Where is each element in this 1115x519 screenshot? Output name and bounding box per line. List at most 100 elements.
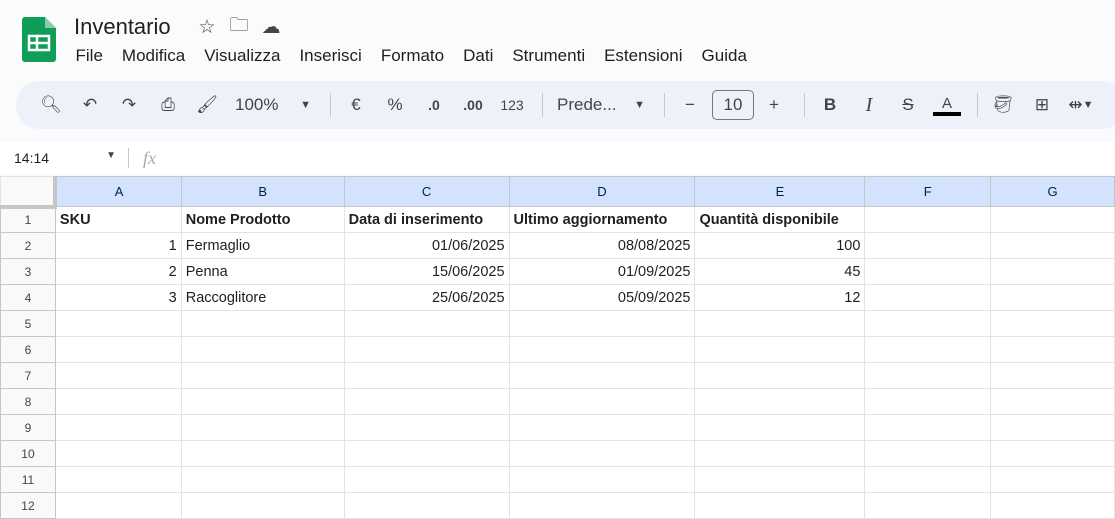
row-header[interactable]: 2 [0, 232, 56, 259]
cell-c6[interactable] [343, 336, 510, 363]
cell-e11[interactable] [694, 466, 866, 493]
select-all-corner[interactable] [0, 176, 58, 209]
cell-d6[interactable] [508, 336, 696, 363]
cell-a2[interactable]: 1 [54, 232, 182, 259]
cell-d8[interactable] [508, 388, 696, 415]
sheets-logo[interactable] [22, 17, 56, 62]
text-color-button[interactable]: A [930, 89, 964, 121]
cell-d4[interactable]: 05/09/2025 [508, 284, 696, 311]
cell-b5[interactable] [180, 310, 345, 337]
cell-f1[interactable] [864, 206, 992, 233]
borders-icon[interactable]: ⊞ [1025, 89, 1059, 121]
search-icon[interactable]: 🔍︎ [34, 89, 68, 121]
cell-c2[interactable]: 01/06/2025 [343, 232, 510, 259]
cell-e8[interactable] [694, 388, 866, 415]
cell-e4[interactable]: 12 [694, 284, 866, 311]
cell-d5[interactable] [508, 310, 696, 337]
cell-c9[interactable] [343, 414, 510, 441]
cell-a4[interactable]: 3 [54, 284, 182, 311]
row-header[interactable]: 3 [0, 258, 56, 285]
row-header[interactable]: 9 [0, 414, 56, 441]
cell-e12[interactable] [694, 492, 866, 519]
decrease-decimal-button[interactable]: .0 [417, 89, 451, 121]
row-header[interactable]: 12 [0, 492, 56, 519]
menu-dati[interactable]: Dati [454, 45, 503, 67]
move-folder-icon[interactable]: 🗀 [228, 15, 250, 38]
redo-icon[interactable]: ↷ [112, 89, 146, 121]
cell-g6[interactable] [990, 336, 1115, 363]
cell-f8[interactable] [864, 388, 992, 415]
cell-f4[interactable] [864, 284, 992, 311]
menu-modifica[interactable]: Modifica [112, 45, 194, 67]
font-size-decrease-button[interactable]: − [673, 89, 707, 121]
menu-estensioni[interactable]: Estensioni [595, 45, 692, 67]
row-header[interactable]: 5 [0, 310, 56, 337]
column-header-g[interactable]: G [990, 176, 1115, 207]
column-header-c[interactable]: C [343, 176, 510, 207]
cell-g4[interactable] [990, 284, 1115, 311]
cell-c4[interactable]: 25/06/2025 [343, 284, 510, 311]
merge-cells-icon[interactable]: ⇹ ▼ [1064, 89, 1098, 121]
cell-g7[interactable] [990, 362, 1115, 389]
cell-g1[interactable] [990, 206, 1115, 233]
currency-button[interactable]: € [339, 89, 373, 121]
cell-e10[interactable] [694, 440, 866, 467]
strikethrough-button[interactable]: S [891, 89, 925, 121]
cell-b6[interactable] [180, 336, 345, 363]
menu-visualizza[interactable]: Visualizza [195, 45, 290, 67]
cell-g9[interactable] [990, 414, 1115, 441]
menu-formato[interactable]: Formato [371, 45, 453, 67]
column-header-e[interactable]: E [694, 176, 866, 207]
fill-color-icon[interactable]: 🪣︎ [986, 89, 1020, 121]
italic-button[interactable]: I [852, 89, 886, 121]
cell-e2[interactable]: 100 [694, 232, 866, 259]
cell-a11[interactable] [54, 466, 182, 493]
cell-d9[interactable] [508, 414, 696, 441]
cell-b1[interactable]: Nome Prodotto [180, 206, 345, 233]
column-header-b[interactable]: B [180, 176, 345, 207]
row-header[interactable]: 10 [0, 440, 56, 467]
cell-g11[interactable] [990, 466, 1115, 493]
menu-file[interactable]: File [66, 45, 112, 67]
bold-button[interactable]: B [813, 89, 847, 121]
percent-button[interactable]: % [378, 89, 412, 121]
cell-b8[interactable] [180, 388, 345, 415]
cloud-saved-icon[interactable]: ☁ [260, 16, 282, 38]
cell-b10[interactable] [180, 440, 345, 467]
row-header[interactable]: 1 [0, 206, 56, 233]
cell-e5[interactable] [694, 310, 866, 337]
cell-a12[interactable] [54, 492, 182, 519]
cell-e6[interactable] [694, 336, 866, 363]
cell-d12[interactable] [508, 492, 696, 519]
cell-c1[interactable]: Data di inserimento [343, 206, 510, 233]
font-size-increase-button[interactable]: + [757, 89, 791, 121]
cell-a7[interactable] [54, 362, 182, 389]
cell-f11[interactable] [864, 466, 992, 493]
cell-f10[interactable] [864, 440, 992, 467]
cell-d1[interactable]: Ultimo aggiornamento [508, 206, 696, 233]
cell-b11[interactable] [180, 466, 345, 493]
cell-e3[interactable]: 45 [694, 258, 866, 285]
formula-input[interactable] [166, 146, 1115, 170]
cell-g12[interactable] [990, 492, 1115, 519]
cell-g10[interactable] [990, 440, 1115, 467]
cell-g3[interactable] [990, 258, 1115, 285]
cell-a9[interactable] [54, 414, 182, 441]
cell-f7[interactable] [864, 362, 992, 389]
cell-f2[interactable] [864, 232, 992, 259]
row-header[interactable]: 6 [0, 336, 56, 363]
column-header-d[interactable]: D [508, 176, 696, 207]
cell-f6[interactable] [864, 336, 992, 363]
cell-f12[interactable] [864, 492, 992, 519]
cell-f9[interactable] [864, 414, 992, 441]
cell-g5[interactable] [990, 310, 1115, 337]
cell-a5[interactable] [54, 310, 182, 337]
row-header[interactable]: 8 [0, 388, 56, 415]
cell-c11[interactable] [343, 466, 510, 493]
cell-d10[interactable] [508, 440, 696, 467]
menu-guida[interactable]: Guida [692, 45, 756, 67]
cell-a3[interactable]: 2 [54, 258, 182, 285]
cell-g2[interactable] [990, 232, 1115, 259]
cell-b2[interactable]: Fermaglio [180, 232, 345, 259]
cell-e7[interactable] [694, 362, 866, 389]
